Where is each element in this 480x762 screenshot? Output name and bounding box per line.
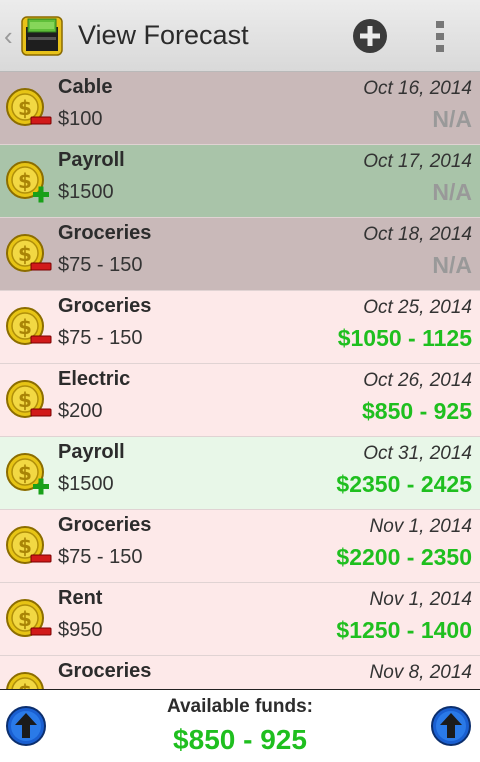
list-item-date: Oct 17, 2014 bbox=[363, 151, 472, 172]
list-item[interactable]: $ Payroll $1500 Oct 17, 2014 N/A bbox=[0, 145, 480, 218]
add-button[interactable] bbox=[340, 0, 400, 72]
list-item-name: Groceries bbox=[58, 660, 152, 682]
list-item-balance: N/A bbox=[432, 106, 472, 132]
list-item-date: Nov 1, 2014 bbox=[369, 589, 472, 610]
list-item[interactable]: $ Groceries Nov 8, 2014 bbox=[0, 656, 480, 689]
svg-text:$: $ bbox=[18, 169, 32, 193]
page-title: View Forecast bbox=[78, 20, 249, 50]
scroll-up-right-button[interactable] bbox=[430, 705, 472, 747]
list-item-date: Oct 18, 2014 bbox=[363, 224, 472, 245]
list-item[interactable]: $ Groceries $75 - 150 Oct 18, 2014 N/A bbox=[0, 218, 480, 291]
list-item-amount: $1500 bbox=[58, 473, 114, 495]
list-item[interactable]: $ Groceries $75 - 150 Nov 1, 2014 $2200 - 23… bbox=[0, 510, 480, 583]
list-item-balance: $1050 - 1125 bbox=[337, 325, 472, 351]
list-item[interactable]: $ Electric $200 Oct 26, 2014 $850 - 925 bbox=[0, 364, 480, 437]
list-item-name: Payroll bbox=[58, 149, 125, 171]
svg-text:$: $ bbox=[18, 388, 32, 412]
list-item-amount: $75 - 150 bbox=[58, 327, 143, 349]
list-item[interactable]: $ Rent $950 Nov 1, 2014 $1250 - 1400 bbox=[0, 583, 480, 656]
list-item-amount: $75 - 150 bbox=[58, 546, 143, 568]
list-item-amount: $950 bbox=[58, 619, 103, 641]
list-item-date: Oct 25, 2014 bbox=[363, 297, 472, 318]
dollar-coin-icon: $ bbox=[5, 671, 53, 689]
list-item[interactable]: $ Payroll $1500 Oct 31, 2014 $2350 - 2425 bbox=[0, 437, 480, 510]
app-wallet-icon[interactable] bbox=[20, 13, 66, 59]
list-item-name: Electric bbox=[58, 368, 131, 390]
dollar-coin-icon: $ bbox=[5, 233, 53, 281]
list-item-date: Oct 26, 2014 bbox=[363, 370, 472, 391]
action-bar: ‹ View Forecast bbox=[0, 0, 480, 72]
list-item-name: Groceries bbox=[58, 514, 152, 536]
dollar-coin-icon: $ bbox=[5, 306, 53, 354]
list-item-balance: N/A bbox=[432, 179, 472, 205]
list-item-name: Groceries bbox=[58, 295, 152, 317]
list-item-date: Nov 8, 2014 bbox=[369, 662, 472, 683]
svg-text:$: $ bbox=[18, 96, 32, 120]
dollar-coin-icon: $ bbox=[5, 525, 53, 573]
list-item[interactable]: $ Cable $100 Oct 16, 2014 N/A bbox=[0, 72, 480, 145]
svg-text:$: $ bbox=[18, 461, 32, 485]
dollar-coin-icon: $ bbox=[5, 452, 53, 500]
svg-text:$: $ bbox=[18, 242, 32, 266]
list-item-name: Groceries bbox=[58, 222, 152, 244]
list-item-date: Oct 16, 2014 bbox=[363, 78, 472, 99]
available-funds-bar: Available funds: $850 - 925 bbox=[0, 689, 480, 762]
list-item-name: Cable bbox=[58, 76, 113, 98]
add-circle-icon bbox=[353, 18, 387, 53]
list-item-amount: $75 - 150 bbox=[58, 254, 143, 276]
svg-text:$: $ bbox=[18, 680, 32, 689]
list-item-amount: $1500 bbox=[58, 181, 114, 203]
svg-text:$: $ bbox=[18, 607, 32, 631]
list-item-balance: $850 - 925 bbox=[362, 398, 472, 424]
list-item-amount: $100 bbox=[58, 108, 103, 130]
list-item-date: Nov 1, 2014 bbox=[369, 516, 472, 537]
dollar-coin-icon: $ bbox=[5, 598, 53, 646]
overflow-menu-button[interactable] bbox=[400, 0, 480, 72]
list-item-name: Rent bbox=[58, 587, 103, 609]
list-item-balance: $2350 - 2425 bbox=[336, 471, 472, 497]
available-funds-value: $850 - 925 bbox=[173, 724, 307, 755]
dollar-coin-icon: $ bbox=[5, 379, 53, 427]
overflow-menu-icon bbox=[436, 20, 444, 52]
forecast-list[interactable]: $ Cable $100 Oct 16, 2014 N/A $ Payroll $1500 Oc… bbox=[0, 72, 480, 689]
svg-text:$: $ bbox=[18, 315, 32, 339]
up-caret-icon[interactable]: ‹ bbox=[4, 23, 18, 49]
list-item-amount: $200 bbox=[58, 400, 103, 422]
list-item-date: Oct 31, 2014 bbox=[363, 443, 472, 464]
dollar-coin-icon: $ bbox=[5, 160, 53, 208]
dollar-coin-icon: $ bbox=[5, 87, 53, 135]
list-item-name: Payroll bbox=[58, 441, 125, 463]
list-item[interactable]: $ Groceries $75 - 150 Oct 25, 2014 $1050 - 1… bbox=[0, 291, 480, 364]
list-item-balance: $1250 - 1400 bbox=[336, 617, 472, 643]
list-item-balance: N/A bbox=[432, 252, 472, 278]
svg-text:$: $ bbox=[18, 534, 32, 558]
list-item-balance: $2200 - 2350 bbox=[336, 544, 472, 570]
available-funds-label: Available funds: bbox=[166, 696, 314, 717]
up-arrow-icon bbox=[431, 706, 471, 746]
